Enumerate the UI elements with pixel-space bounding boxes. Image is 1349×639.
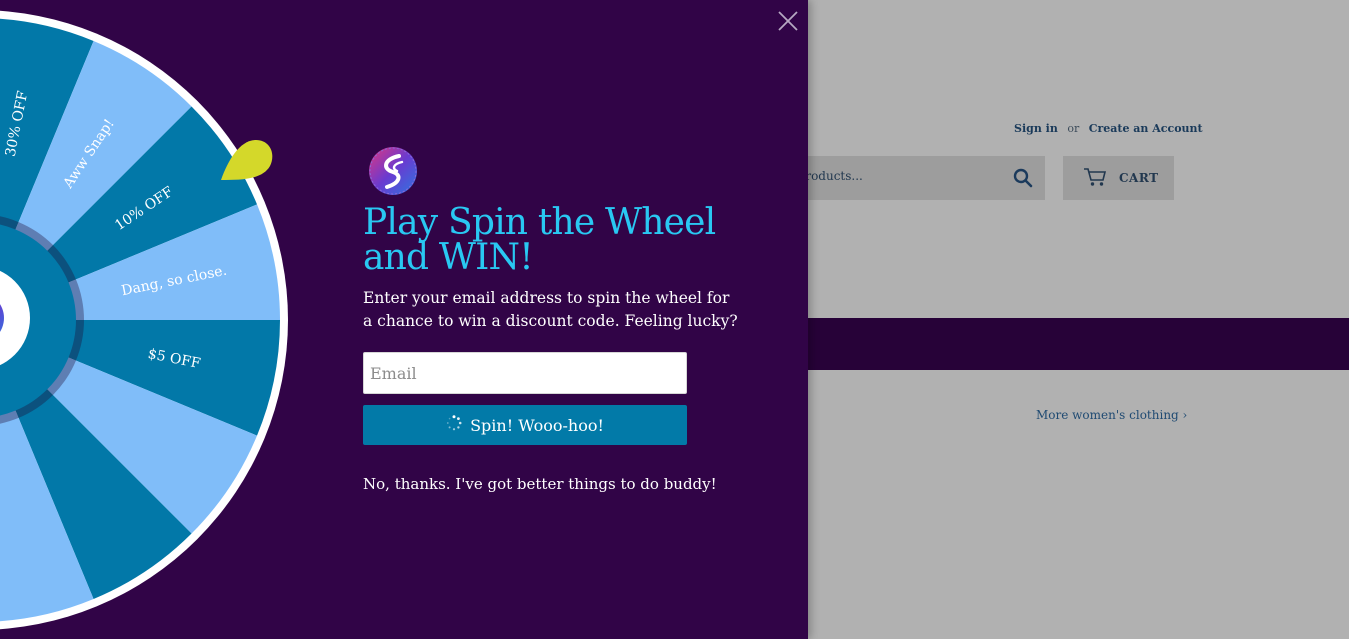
- spin-button-label: Spin! Wooo-hoo!: [470, 415, 604, 435]
- spinner-icon: [446, 415, 462, 435]
- sign-in-link[interactable]: Sign in: [1014, 122, 1058, 135]
- close-icon[interactable]: [776, 9, 800, 33]
- search-icon[interactable]: [1013, 168, 1033, 192]
- email-field[interactable]: [363, 352, 687, 394]
- more-womens-clothing-link[interactable]: More women's clothing ›: [1036, 408, 1187, 422]
- search-input[interactable]: l products...: [790, 156, 1045, 200]
- account-links: Sign in or Create an Account: [1014, 122, 1203, 135]
- popup-headline: Play Spin the Wheel and WIN!: [363, 202, 716, 278]
- cart-label: CART: [1119, 171, 1159, 185]
- decline-link[interactable]: No, thanks. I've got better things to do…: [363, 475, 717, 493]
- brand-logo-icon: [369, 147, 417, 195]
- cart-icon: [1083, 167, 1107, 190]
- cart-button[interactable]: CART: [1063, 156, 1174, 200]
- create-account-link[interactable]: Create an Account: [1089, 122, 1203, 135]
- or-text: or: [1067, 122, 1080, 135]
- spin-button[interactable]: Spin! Wooo-hoo!: [363, 405, 687, 445]
- popup-description: Enter your email address to spin the whe…: [363, 289, 738, 330]
- spin-wheel-popup: 30% OFF Aww Snap! 10% OFF Dang, so close. $5…: [0, 0, 808, 639]
